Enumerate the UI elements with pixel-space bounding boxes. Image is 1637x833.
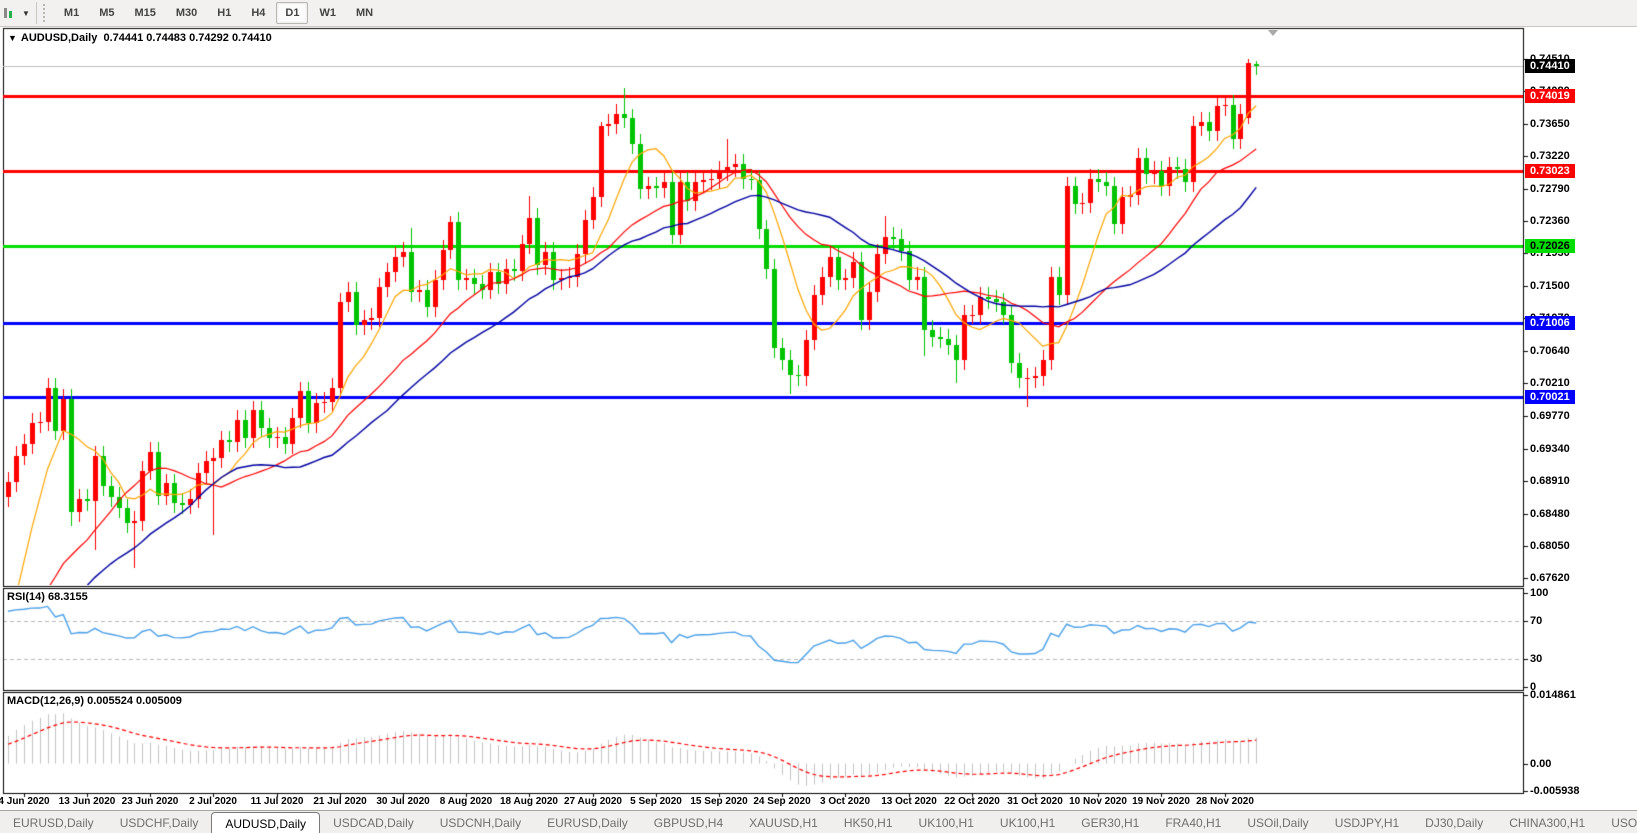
timeframe-button-m30[interactable]: M30 bbox=[167, 2, 206, 24]
date-axis-label[interactable]: 19 Nov 2020 bbox=[1132, 796, 1190, 807]
date-axis-label[interactable]: 30 Jul 2020 bbox=[376, 796, 429, 807]
chevron-down-icon[interactable]: ▼ bbox=[22, 9, 30, 18]
price-axis-label[interactable]: 0.68910 bbox=[1530, 474, 1630, 488]
date-axis-label[interactable]: 3 Oct 2020 bbox=[820, 796, 870, 807]
rsi-scale-label[interactable]: 100 bbox=[1530, 587, 1548, 600]
date-axis-label[interactable]: 18 Aug 2020 bbox=[500, 796, 558, 807]
price-axis-label[interactable]: 0.70210 bbox=[1530, 376, 1630, 390]
symbol-tab-usdjpy-h1[interactable]: USDJPY,H1 bbox=[1322, 811, 1412, 833]
price-axis-label[interactable]: 0.71500 bbox=[1530, 279, 1630, 293]
low-value: 0.74292 bbox=[189, 32, 229, 44]
date-axis-label[interactable]: 27 Aug 2020 bbox=[564, 796, 622, 807]
timeframe-button-m5[interactable]: M5 bbox=[90, 2, 123, 24]
rsi-label: RSI(14) 68.3155 bbox=[7, 591, 88, 603]
symbol-tab-eurusd-daily[interactable]: EURUSD,Daily bbox=[534, 811, 641, 833]
rsi-scale-label[interactable]: 70 bbox=[1530, 615, 1542, 628]
date-axis-label[interactable]: 2 Jul 2020 bbox=[189, 796, 237, 807]
hline-price-tag: 0.71006 bbox=[1525, 316, 1575, 330]
date-axis-label[interactable]: 11 Jul 2020 bbox=[251, 796, 304, 807]
date-axis-label[interactable]: 28 Nov 2020 bbox=[1196, 796, 1254, 807]
price-axis-label[interactable]: 0.67620 bbox=[1530, 571, 1630, 585]
chart-shift-triangle-icon[interactable] bbox=[1268, 30, 1278, 36]
timeframe-button-w1[interactable]: W1 bbox=[310, 2, 345, 24]
symbol-tab-usdchf-daily[interactable]: USDCHF,Daily bbox=[107, 811, 212, 833]
toolbar-grip[interactable] bbox=[42, 4, 50, 22]
price-axis-label[interactable]: 0.69340 bbox=[1530, 442, 1630, 456]
symbol-tab-usdcad-daily[interactable]: USDCAD,Daily bbox=[320, 811, 427, 833]
high-value: 0.74483 bbox=[146, 32, 187, 44]
date-axis-label[interactable]: 21 Jul 2020 bbox=[313, 796, 366, 807]
macd-scale-label[interactable]: 0.00 bbox=[1530, 758, 1551, 771]
open-value: 0.74441 bbox=[103, 32, 144, 44]
symbol-tab-xauusd-h1[interactable]: XAUUSD,H1 bbox=[736, 811, 831, 833]
symbol-tab-gbpusd-h4[interactable]: GBPUSD,H4 bbox=[641, 811, 736, 833]
date-axis-label[interactable]: 13 Oct 2020 bbox=[881, 796, 937, 807]
price-axis-label[interactable]: 0.69770 bbox=[1530, 409, 1630, 423]
timeframe-toolbar: ▼ M1 M5 M15 M30 H1 H4 D1 W1 MN bbox=[0, 0, 1637, 27]
symbol-tab-dj30-daily[interactable]: DJ30,Daily bbox=[1412, 811, 1496, 833]
trading-platform-window: ▼ M1 M5 M15 M30 H1 H4 D1 W1 MN ▼ AUDUSD,Daily 0.7… bbox=[0, 0, 1637, 833]
symbol-label: AUDUSD,Daily bbox=[20, 32, 98, 44]
symbol-tab-usoil-h1[interactable]: USOil,H1 bbox=[1598, 811, 1637, 833]
hline-price-tag: 0.70021 bbox=[1525, 390, 1575, 404]
macd-scale-label[interactable]: 0.014861 bbox=[1530, 689, 1576, 702]
date-axis-label[interactable]: 22 Oct 2020 bbox=[944, 796, 1000, 807]
symbol-tab-usoil-daily[interactable]: USOil,Daily bbox=[1234, 811, 1321, 833]
current-price-tag: 0.74410 bbox=[1525, 59, 1575, 73]
date-axis-label[interactable]: 31 Oct 2020 bbox=[1007, 796, 1063, 807]
symbol-tab-fra40-h1[interactable]: FRA40,H1 bbox=[1152, 811, 1234, 833]
symbol-tab-eurusd-daily[interactable]: EURUSD,Daily bbox=[0, 811, 107, 833]
hline-price-tag: 0.74019 bbox=[1525, 89, 1575, 103]
price-axis-label[interactable]: 0.70640 bbox=[1530, 344, 1630, 358]
date-axis-label[interactable]: 23 Jun 2020 bbox=[122, 796, 179, 807]
symbol-tab-audusd-daily[interactable]: AUDUSD,Daily bbox=[211, 812, 321, 833]
chart-ohlc-header: ▼ AUDUSD,Daily 0.74441 0.74483 0.74292 0.… bbox=[8, 32, 272, 44]
date-axis-label[interactable]: 15 Sep 2020 bbox=[690, 796, 747, 807]
date-axis-label[interactable]: 4 Jun 2020 bbox=[0, 796, 50, 807]
date-axis-label[interactable]: 8 Aug 2020 bbox=[440, 796, 492, 807]
close-value: 0.74410 bbox=[231, 32, 272, 44]
price-axis-label[interactable]: 0.72360 bbox=[1530, 214, 1630, 228]
timeframe-button-d1[interactable]: D1 bbox=[276, 2, 309, 24]
symbol-tab-china300-h1[interactable]: CHINA300,H1 bbox=[1496, 811, 1598, 833]
hline-price-tag: 0.73023 bbox=[1525, 164, 1575, 178]
date-axis-label[interactable]: 5 Sep 2020 bbox=[630, 796, 682, 807]
symbol-tab-usdcnh-daily[interactable]: USDCNH,Daily bbox=[427, 811, 534, 833]
timeframe-button-h1[interactable]: H1 bbox=[208, 2, 240, 24]
macd-scale-label[interactable]: -0.005938 bbox=[1530, 785, 1580, 798]
date-axis-label[interactable]: 13 Jun 2020 bbox=[59, 796, 116, 807]
toolbar-separator bbox=[35, 2, 37, 24]
hline-price-tag: 0.72026 bbox=[1525, 239, 1575, 253]
rsi-scale-label[interactable]: 30 bbox=[1530, 653, 1542, 666]
price-axis-label[interactable]: 0.73650 bbox=[1530, 117, 1630, 131]
price-axis-label[interactable]: 0.68480 bbox=[1530, 507, 1630, 521]
symbol-tab-hk50-h1[interactable]: HK50,H1 bbox=[831, 811, 906, 833]
timeframe-button-m1[interactable]: M1 bbox=[55, 2, 88, 24]
symbol-tab-uk100-h1[interactable]: UK100,H1 bbox=[987, 811, 1068, 833]
timeframe-buttons: M1 M5 M15 M30 H1 H4 D1 W1 MN bbox=[54, 2, 383, 24]
symbol-tab-ger30-h1[interactable]: GER30,H1 bbox=[1068, 811, 1152, 833]
timeframe-button-m15[interactable]: M15 bbox=[125, 2, 164, 24]
symbol-tab-uk100-h1[interactable]: UK100,H1 bbox=[906, 811, 987, 833]
timeframe-button-mn[interactable]: MN bbox=[347, 2, 382, 24]
symbol-tab-bar: EURUSD,Daily USDCHF,Daily AUDUSD,Daily USDC… bbox=[0, 810, 1637, 833]
price-axis-label[interactable]: 0.72790 bbox=[1530, 182, 1630, 196]
price-axis-label[interactable]: 0.68050 bbox=[1530, 539, 1630, 553]
symbol-dropdown-icon[interactable]: ▼ bbox=[8, 33, 17, 43]
date-axis-label[interactable]: 24 Sep 2020 bbox=[753, 796, 810, 807]
date-axis-label[interactable]: 10 Nov 2020 bbox=[1069, 796, 1127, 807]
chart-area[interactable] bbox=[0, 0, 1637, 833]
price-axis-label[interactable]: 0.73220 bbox=[1530, 149, 1630, 163]
chart-tool-icon[interactable] bbox=[2, 5, 20, 21]
macd-label: MACD(12,26,9) 0.005524 0.005009 bbox=[7, 695, 182, 707]
timeframe-button-h4[interactable]: H4 bbox=[242, 2, 274, 24]
